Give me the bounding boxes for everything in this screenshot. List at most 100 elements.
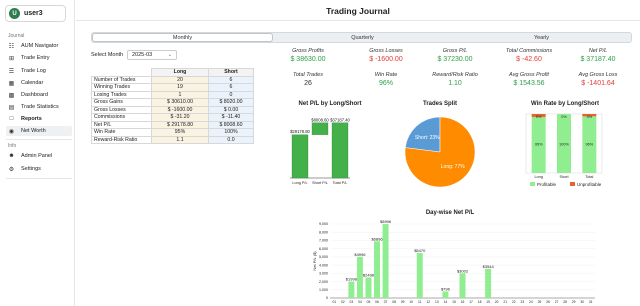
short-value: 6 (208, 75, 254, 84)
long-value: 20 (151, 75, 209, 84)
x-tick-label: 06 (375, 300, 379, 304)
row-label: Reward-Risk Ratio (91, 135, 152, 144)
select-month-label: Select Month (91, 52, 124, 58)
x-tick-label: 16 (461, 300, 465, 304)
metric-avg-gross-profit: Avg Gross Profit $ 1543.56 (489, 72, 569, 87)
month-select[interactable]: 2025-03 ⌄ (127, 50, 177, 60)
long-value: 19 (151, 83, 209, 92)
data-label: 96% (586, 143, 594, 147)
row-label: Net P/L (91, 120, 152, 129)
x-tick-label: 08 (392, 300, 396, 304)
short-value: $ 8020.00 (208, 98, 254, 107)
x-tick-label: 12 (426, 300, 430, 304)
sidebar-divider (6, 139, 72, 140)
data-label: $796 (441, 286, 451, 291)
x-tick-label: 18 (478, 300, 482, 304)
data-label: $8996 (380, 219, 392, 224)
short-value: 100% (208, 128, 254, 137)
x-tick-label: 11 (418, 300, 422, 304)
metric-label: Total Commissions (505, 48, 553, 54)
section-label-journal: Journal (8, 33, 25, 39)
y-tick-label: 4,000 (319, 263, 328, 267)
metric-value: $ 37187.40 (580, 56, 616, 63)
short-value: $ 8008.60 (208, 120, 254, 129)
sidebar-item-trade-entry[interactable]: ⊞ Trade Entry (6, 53, 72, 63)
x-tick-label: 10 (409, 300, 413, 304)
sidebar-item-reports[interactable]: □ Reports (6, 114, 72, 124)
table-row: Commissions $ -31.20 $ -11.40 (91, 113, 254, 122)
data-label: 4% (587, 115, 593, 119)
x-tick-label: 26 (546, 300, 550, 304)
data-label: $37187.40 (330, 117, 350, 122)
metric-net-p-l: Net P/L $ 37187.40 (558, 48, 638, 63)
y-axis-label: Net P/L ($) (312, 251, 317, 271)
trades-split-pie-chart: Short: 23% Long: 77% (404, 116, 476, 188)
y-tick-label: 2,000 (319, 280, 328, 284)
sidebar-item-aum-navigator[interactable]: ☷ AUM Navigator (6, 41, 72, 51)
sidebar-item-calendar[interactable]: ▦ Calendar (6, 78, 72, 88)
tab-quarterly[interactable]: Quarterly (273, 33, 452, 42)
calendar-icon: ▦ (8, 80, 15, 87)
row-label: Gross Gains (91, 98, 152, 107)
metric-value: 26 (304, 80, 312, 87)
metric-label: Win Rate (374, 72, 398, 78)
bar-day-05 (365, 277, 372, 298)
tick-label: Short (559, 175, 569, 179)
bar-day-19 (485, 268, 492, 298)
tab-monthly[interactable]: Monthly (92, 33, 273, 42)
sidebar-item-label: AUM Navigator (21, 43, 59, 49)
sidebar-item-dashboard[interactable]: ▩ Dashboard (6, 90, 72, 100)
metric-win-rate: Win Rate 96% (346, 72, 426, 87)
data-label: $6896 (371, 236, 383, 241)
table-header-blank (91, 68, 152, 77)
person-icon: ☻ (8, 153, 15, 159)
y-tick-label: 8,000 (319, 230, 328, 234)
sidebar-item-label: Settings (21, 166, 41, 172)
chart-title-trades-split: Trades Split (422, 101, 457, 107)
metric-value: 1.10 (448, 80, 462, 87)
sidebar: U user3 Journal ☷ AUM Navigator ⊞ Trade … (0, 0, 75, 306)
sidebar-item-net-worth[interactable]: ◉ Net Worth (6, 126, 72, 136)
long-short-stats-table: Long Short Number of Trades 20 6 Winning Tr… (91, 68, 254, 144)
x-tick-label: 02 (341, 300, 345, 304)
y-tick-label: 6,000 (319, 247, 328, 251)
table-row: Net P/L $ 29178.80 $ 8008.60 (91, 120, 254, 129)
data-label: 5% (536, 115, 542, 119)
table-row: Reward-Risk Ratio 1.1 0.0 (91, 135, 254, 144)
metric-total-commissions: Total Commissions $ -42.60 (489, 48, 569, 63)
tick-label: Long P/L (292, 181, 307, 185)
sidebar-item-settings[interactable]: ⚙ Settings (6, 164, 72, 174)
tick-label: Short P/L (312, 181, 328, 185)
data-label: $2498 (363, 272, 375, 277)
x-tick-label: 24 (529, 300, 533, 304)
chevron-down-icon: ⌄ (167, 52, 172, 58)
long-value: 1.1 (151, 135, 209, 144)
table-row: Gross Losses $ -1600.00 $ 0.00 (91, 105, 254, 114)
metric-label: Gross P/L (442, 48, 468, 54)
sidebar-item-trade-statistics[interactable]: ▤ Trade Statistics (6, 102, 72, 112)
metric-reward-risk-ratio: Reward/Risk Ratio 1.10 (415, 72, 495, 87)
metric-value: $ 38630.00 (290, 56, 326, 63)
tab-yearly[interactable]: Yearly (452, 33, 631, 42)
sidebar-item-admin-panel[interactable]: ☻ Admin Panel (6, 151, 72, 161)
x-tick-label: 28 (563, 300, 567, 304)
tick-label: Total (585, 175, 593, 179)
short-value: 6 (208, 83, 254, 92)
user-menu[interactable]: U user3 (5, 5, 66, 22)
short-value: 0 (208, 90, 254, 99)
data-label: $1998 (346, 277, 358, 282)
sidebar-item-label: Trade Statistics (21, 104, 59, 110)
row-label: Gross Losses (91, 105, 152, 114)
metric-gross-p-l: Gross P/L $ 37230.00 (415, 48, 495, 63)
data-label: $3002 (457, 268, 469, 273)
metric-label: Avg Gross Loss (578, 72, 618, 78)
metric-avg-gross-loss: Avg Gross Loss $ -1401.64 (558, 72, 638, 87)
sidebar-item-label: Dashboard (21, 92, 48, 98)
x-tick-label: 20 (495, 300, 499, 304)
sidebar-item-trade-log[interactable]: ☰ Trade Log (6, 66, 72, 76)
long-value: $ -1600.00 (151, 105, 209, 114)
navigator-icon: ☷ (8, 43, 15, 50)
bar-day-07 (382, 224, 389, 298)
bar-total-p-l (331, 122, 349, 179)
row-label: Losing Trades (91, 90, 152, 99)
